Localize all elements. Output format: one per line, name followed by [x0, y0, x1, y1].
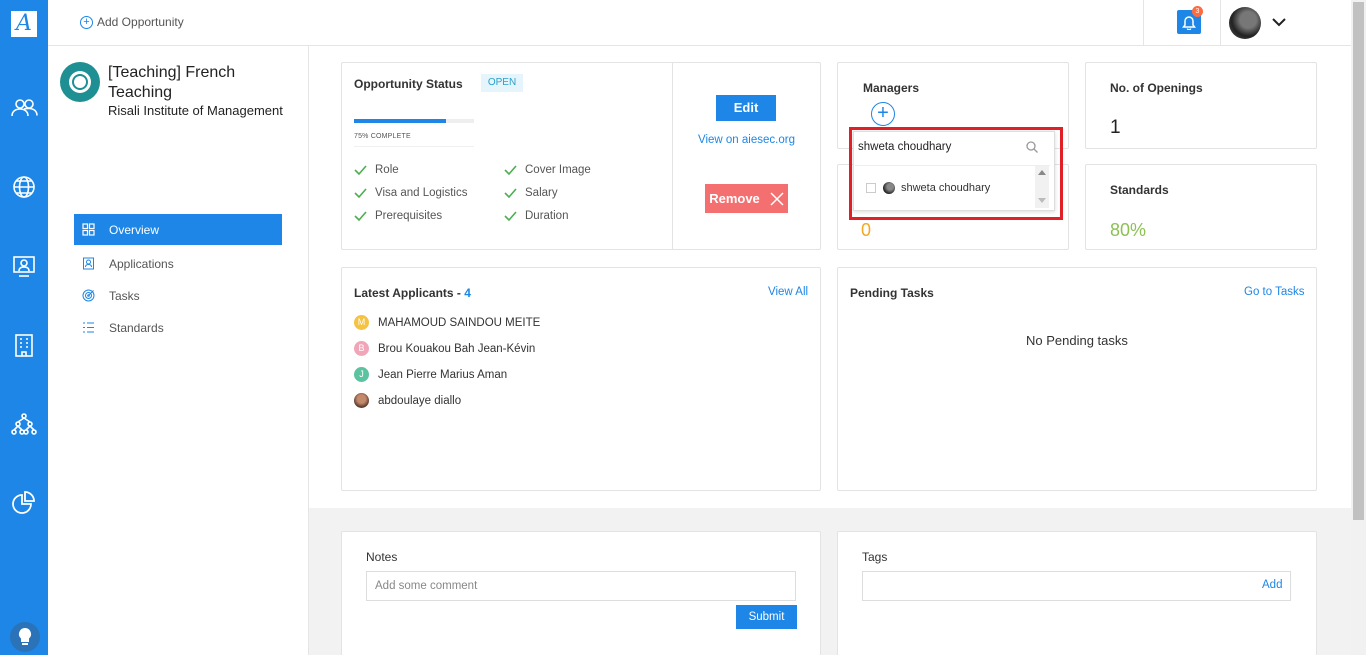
tags-title: Tags: [862, 550, 888, 564]
add-tag-link[interactable]: Add: [1262, 579, 1282, 591]
chevron-down-icon[interactable]: [1271, 14, 1287, 30]
highlight-box: [849, 127, 1063, 220]
checkmark-icon: [354, 188, 367, 198]
empty-state-text: No Pending tasks: [1026, 333, 1128, 348]
status-badge: OPEN: [481, 74, 523, 92]
remove-button[interactable]: Remove: [705, 184, 788, 213]
person-icon: [83, 257, 94, 270]
plus-circle-icon: +: [80, 15, 93, 29]
checkmark-icon: [354, 211, 367, 221]
nav-item-applications[interactable]: Applications: [74, 248, 282, 279]
metric-value: 0: [861, 220, 872, 240]
opportunity-logo: [60, 62, 100, 102]
check-item-visa: Visa and Logistics: [354, 187, 467, 199]
globe-icon[interactable]: [10, 173, 38, 201]
openings-title: No. of Openings: [1110, 81, 1203, 95]
status-title: Opportunity Status: [354, 77, 463, 91]
org-chart-icon[interactable]: [10, 410, 38, 438]
nav-item-standards[interactable]: Standards: [74, 312, 282, 343]
progress-divider: [354, 146, 474, 147]
tasks-title: Pending Tasks: [850, 286, 934, 300]
avatar: [354, 393, 369, 408]
building-icon[interactable]: [10, 331, 38, 359]
volleyball-icon: [72, 74, 88, 90]
user-avatar[interactable]: [1229, 7, 1261, 39]
target-icon: [82, 289, 95, 302]
list-item[interactable]: abdoulaye diallo: [354, 393, 461, 408]
monitor-user-icon[interactable]: [10, 252, 38, 280]
topbar-divider: [1220, 0, 1221, 46]
topbar-divider: [1143, 0, 1144, 46]
avatar: M: [354, 315, 369, 330]
checkmark-icon: [354, 165, 367, 175]
tags-input[interactable]: [862, 571, 1291, 601]
view-all-link[interactable]: View All: [768, 286, 808, 298]
applicants-title: Latest Applicants - 4: [354, 286, 471, 300]
add-opportunity-link[interactable]: + Add Opportunity: [80, 15, 184, 29]
edit-button[interactable]: Edit: [716, 95, 776, 121]
nav-item-overview[interactable]: Overview: [74, 214, 282, 245]
avatar: B: [354, 341, 369, 356]
check-item-salary: Salary: [504, 187, 558, 199]
help-bulb-icon[interactable]: [10, 622, 40, 652]
avatar: J: [354, 367, 369, 382]
checkmark-icon: [504, 211, 517, 221]
openings-value: 1: [1110, 117, 1121, 138]
opportunity-organization: Risali Institute of Management: [108, 103, 283, 118]
submit-button[interactable]: Submit: [736, 605, 797, 629]
opportunity-sidebar: [48, 46, 309, 655]
add-manager-plus-icon[interactable]: +: [871, 102, 895, 126]
check-item-role: Role: [354, 164, 399, 176]
list-item[interactable]: M MAHAMOUD SAINDOU MEITE: [354, 315, 540, 330]
checkmark-icon: [504, 165, 517, 175]
checkmark-icon: [504, 188, 517, 198]
people-icon[interactable]: [10, 94, 38, 122]
pending-tasks-card: [837, 267, 1317, 491]
card-divider: [672, 63, 673, 249]
pie-chart-icon[interactable]: [10, 489, 38, 517]
standards-title: Standards: [1110, 183, 1169, 197]
notification-badge: 3: [1192, 6, 1203, 17]
list-item[interactable]: J Jean Pierre Marius Aman: [354, 367, 507, 382]
standards-value: 80%: [1110, 220, 1147, 240]
nav-item-tasks[interactable]: Tasks: [74, 280, 282, 311]
comment-input[interactable]: Add some comment: [366, 571, 796, 601]
list-icon: [83, 322, 94, 333]
progress-label: 75% COMPLETE: [354, 133, 411, 140]
close-icon: [770, 191, 784, 206]
managers-title: Managers: [863, 81, 920, 95]
go-to-tasks-link[interactable]: Go to Tasks: [1244, 286, 1305, 298]
progress-bar: [354, 119, 446, 123]
view-on-aiesec-link[interactable]: View on aiesec.org: [698, 134, 795, 146]
list-item[interactable]: B Brou Kouakou Bah Jean-Kévin: [354, 341, 535, 356]
check-item-duration: Duration: [504, 210, 568, 222]
applicants-count: 4: [464, 286, 471, 300]
scrollbar-thumb[interactable]: [1353, 2, 1364, 520]
app-logo[interactable]: A: [11, 11, 37, 37]
check-item-cover-image: Cover Image: [504, 164, 591, 176]
opportunity-title: [Teaching] French Teaching: [108, 64, 236, 101]
top-bar: + Add Opportunity: [48, 0, 1351, 46]
grid-icon: [82, 223, 95, 236]
notes-title: Notes: [366, 550, 398, 564]
check-item-prerequisites: Prerequisites: [354, 210, 442, 222]
